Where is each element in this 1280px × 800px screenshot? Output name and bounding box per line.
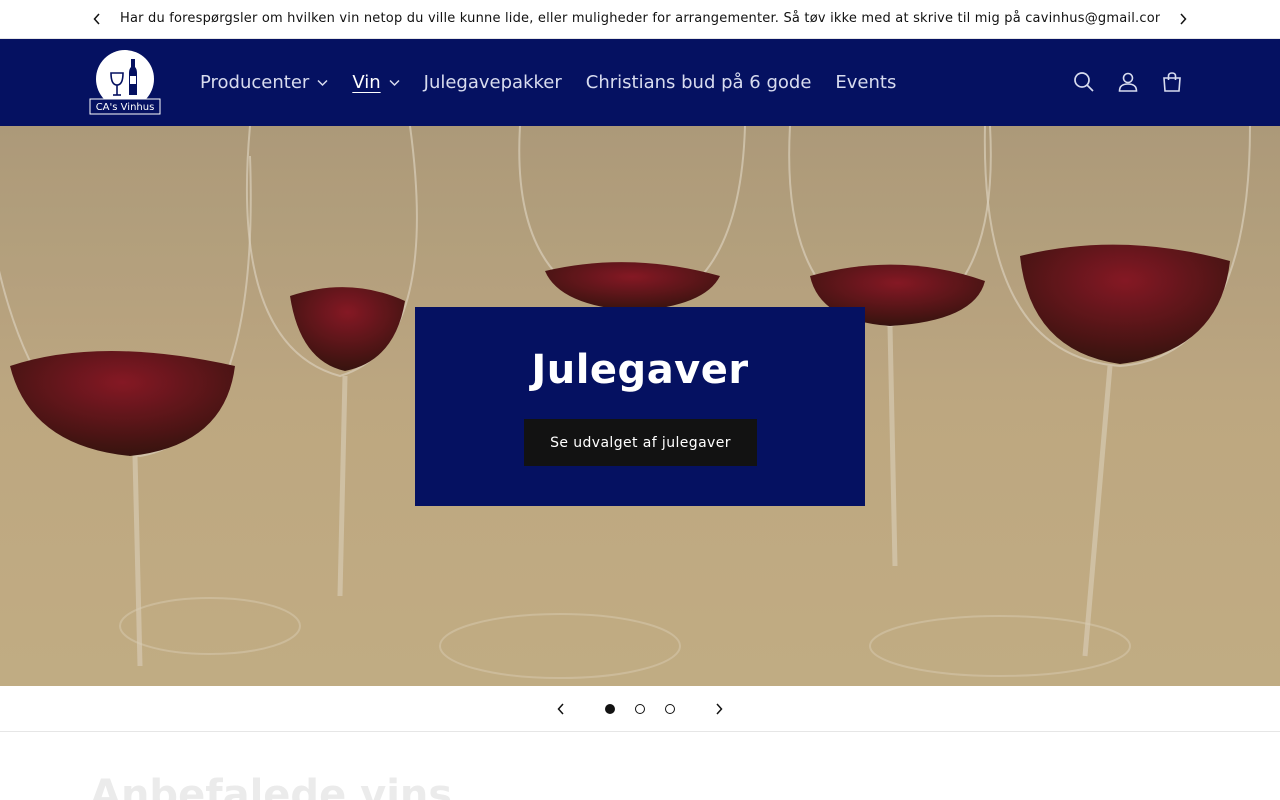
shop-gifts-button[interactable]: Se udvalget af julegaver: [524, 419, 757, 466]
slide-prev-button[interactable]: [552, 700, 570, 718]
logo-image: CA's Vinhus: [89, 50, 161, 115]
slide-dot-3[interactable]: [665, 704, 675, 714]
nav-item-label: Julegavepakker: [423, 72, 562, 93]
announcement-bar: Har du forespørgsler om hvilken vin neto…: [0, 0, 1280, 39]
chevron-left-icon: [557, 703, 564, 715]
nav-item-christians-bud[interactable]: Christians bud på 6 gode: [586, 72, 812, 93]
slide-dot-1[interactable]: [605, 704, 615, 714]
account-icon: [1118, 72, 1138, 92]
nav-item-label: Vin: [352, 72, 381, 93]
search-button[interactable]: [1062, 60, 1106, 104]
announcement-prev-button[interactable]: [88, 10, 106, 28]
chevron-down-icon: [317, 79, 328, 87]
nav-item-producenter[interactable]: Producenter: [200, 72, 328, 93]
logo-text: CA's Vinhus: [96, 102, 155, 113]
hero-title: Julegaver: [531, 347, 749, 393]
cart-icon: [1163, 72, 1181, 92]
nav-item-label: Events: [835, 72, 897, 93]
nav-item-julegavepakker[interactable]: Julegavepakker: [424, 72, 562, 93]
hero-content-box: Julegaver Se udvalget af julegaver: [415, 307, 865, 506]
hero-slideshow: Julegaver Se udvalget af julegaver: [0, 126, 1280, 686]
account-button[interactable]: [1106, 60, 1150, 104]
chevron-right-icon: [1180, 13, 1187, 25]
chevron-right-icon: [716, 703, 723, 715]
site-header: CA's Vinhus Producenter Vin Julegavepakk…: [0, 39, 1280, 126]
featured-section-title: Anbefalede vins: [90, 772, 453, 800]
header-icons: [1062, 60, 1194, 104]
nav-item-events[interactable]: Events: [835, 72, 896, 93]
slide-dot-2[interactable]: [635, 704, 645, 714]
cart-button[interactable]: [1150, 60, 1194, 104]
announcement-message: Har du forespørgsler om hvilken vin neto…: [120, 11, 1160, 26]
main-nav: Producenter Vin Julegavepakker Christian…: [200, 39, 920, 126]
chevron-left-icon: [93, 13, 100, 25]
nav-item-vin[interactable]: Vin: [352, 72, 400, 93]
search-icon: [1074, 72, 1094, 92]
slideshow-controls: [0, 686, 1280, 732]
site-logo[interactable]: CA's Vinhus: [89, 49, 161, 116]
nav-item-label: Producenter: [200, 72, 310, 93]
chevron-down-icon: [389, 79, 400, 87]
announcement-next-button[interactable]: [1174, 10, 1192, 28]
slide-next-button[interactable]: [710, 700, 728, 718]
nav-item-label: Christians bud på 6 gode: [585, 72, 812, 93]
